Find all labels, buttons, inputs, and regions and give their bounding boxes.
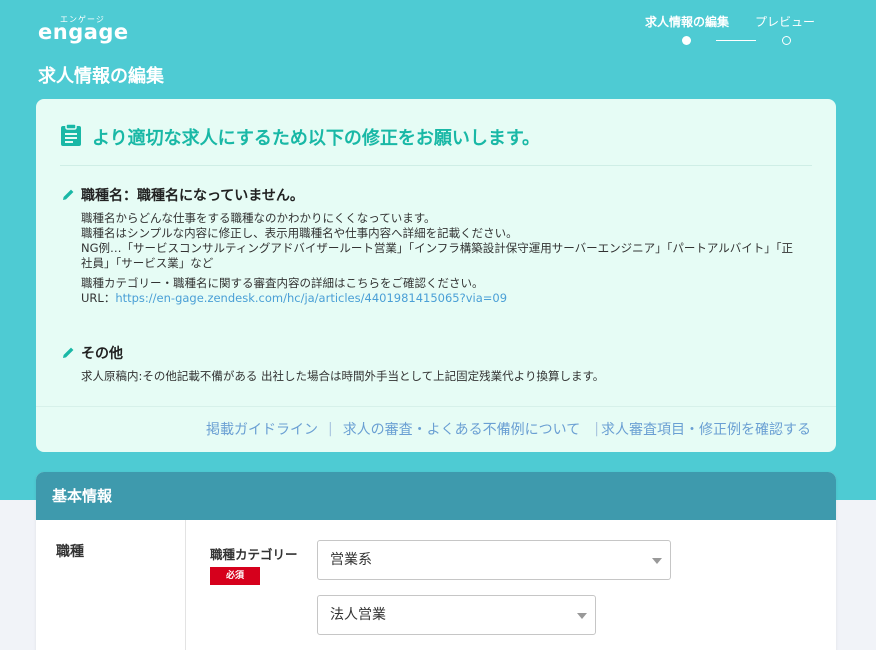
revision-request-notice: より適切な求人にするため以下の修正をお願いします。 職種名：職種名になっていませ…	[36, 99, 836, 452]
step-edit-label: 求人情報の編集	[645, 15, 730, 29]
page-title: 求人情報の編集	[38, 66, 164, 87]
notice-header: より適切な求人にするため以下の修正をお願いします。	[60, 123, 540, 151]
issue-job-title-header: 職種名：職種名になっていません。	[62, 185, 802, 205]
row-label-column: 職種	[36, 520, 186, 650]
row-label-job-type: 職種	[56, 544, 84, 560]
issue-other: その他 求人原稿内:その他記載不備がある 出社した場合は時間外手当として上記固定…	[62, 343, 802, 384]
notice-footer-divider	[36, 406, 836, 407]
job-type-row: 職種 職種カテゴリー 必須 営業系 法人営業	[36, 520, 836, 650]
help-article-link[interactable]: https://en-gage.zendesk.com/hc/ja/articl…	[115, 291, 507, 305]
issue-line: NG例…「サービスコンサルティングアドバイザールート営業」「インフラ構築設計保守…	[81, 241, 793, 270]
chevron-down-icon	[652, 558, 662, 564]
job-subcategory-value: 法人営業	[330, 607, 386, 623]
issue-other-heading: その他	[81, 346, 123, 362]
step-edit-indicator	[682, 36, 691, 45]
url-label: URL：	[81, 291, 116, 305]
issue-job-title-heading: 職種名：職種名になっていません。	[81, 188, 304, 204]
step-preview-indicator	[782, 36, 791, 45]
issue-detail-line: 職種カテゴリー・職種名に関する審査内容の詳細はこちらをご確認ください。	[81, 276, 484, 290]
issue-line: 職種名からどんな仕事をする職種なのかわかりにくくなっています。	[81, 211, 436, 225]
issue-line: 職種名はシンプルな内容に修正し、表示用職種名や仕事内容へ詳細を記載ください。	[81, 226, 518, 240]
issue-other-body: 求人原稿内:その他記載不備がある 出社した場合は時間外手当として上記固定残業代よ…	[62, 369, 802, 384]
job-subcategory-select[interactable]: 法人営業	[317, 595, 596, 635]
notice-title: より適切な求人にするため以下の修正をお願いします。	[92, 128, 541, 149]
review-faq-link[interactable]: 求人の審査・よくある不備例について	[343, 419, 581, 439]
issue-job-title: 職種名：職種名になっていません。 職種名からどんな仕事をする職種なのかわかりにく…	[62, 185, 802, 306]
link-separator: |	[327, 421, 333, 437]
link-separator: |	[594, 421, 599, 437]
logo-text: engage	[38, 20, 129, 44]
progress-steps: 求人情報の編集 プレビュー	[640, 13, 830, 49]
issue-other-header: その他	[62, 343, 802, 363]
notice-divider	[60, 165, 812, 166]
guideline-links: 掲載ガイドライン | 求人の審査・よくある不備例について | 求人審査項目・修正…	[206, 419, 811, 439]
posting-guideline-link[interactable]: 掲載ガイドライン	[206, 419, 318, 439]
chevron-down-icon	[577, 613, 587, 619]
step-connector	[716, 40, 756, 41]
job-category-value: 営業系	[330, 552, 372, 568]
pencil-icon	[62, 344, 81, 363]
step-preview-label: プレビュー	[755, 15, 816, 29]
basic-info-header: 基本情報	[36, 472, 836, 520]
job-category-label: 職種カテゴリー	[210, 547, 298, 562]
issue-url-line: URL：https://en-gage.zendesk.com/hc/ja/ar…	[81, 291, 802, 306]
review-items-link[interactable]: 求人審査項目・修正例を確認する	[601, 419, 811, 439]
pencil-icon	[62, 186, 81, 205]
issue-job-title-body: 職種名からどんな仕事をする職種なのかわかりにくくなっています。 職種名はシンプル…	[62, 211, 802, 306]
clipboard-icon	[60, 123, 92, 151]
job-category-select[interactable]: 営業系	[317, 540, 671, 580]
basic-info-section: 基本情報 職種 職種カテゴリー 必須 営業系 法人営業	[36, 472, 836, 650]
issue-line: 求人原稿内:その他記載不備がある 出社した場合は時間外手当として上記固定残業代よ…	[81, 369, 605, 383]
required-badge: 必須	[210, 567, 260, 585]
